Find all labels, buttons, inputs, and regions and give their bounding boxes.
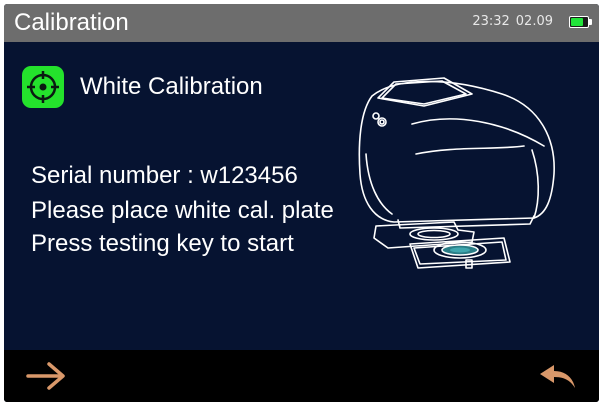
clock-time: 23:32 [472,14,510,29]
arrow-right-icon [26,362,65,390]
battery-level-fill [571,17,583,26]
next-button[interactable] [22,356,70,396]
heading-label: White Calibration [80,73,263,100]
colorimeter-illustration [358,77,555,269]
clock-date: 02.09 [515,14,553,29]
target-icon [22,66,64,108]
calibration-heading: White Calibration [22,66,263,108]
battery-icon [569,15,592,28]
bottom-nav-bar [4,350,599,402]
status-area: 23:32 02.09 [472,14,592,29]
serial-number-text: Serial number : w123456 [31,162,298,189]
return-arrow-icon [540,365,575,388]
screen: Calibration 23:32 02.09 White Calibratio… [4,4,599,402]
back-button[interactable] [533,356,581,396]
instruction-press-key: Press testing key to start [31,230,294,257]
instruction-place-plate: Please place white cal. plate [31,197,334,224]
page-title: Calibration [14,9,129,36]
title-bar: Calibration 23:32 02.09 [4,4,599,42]
